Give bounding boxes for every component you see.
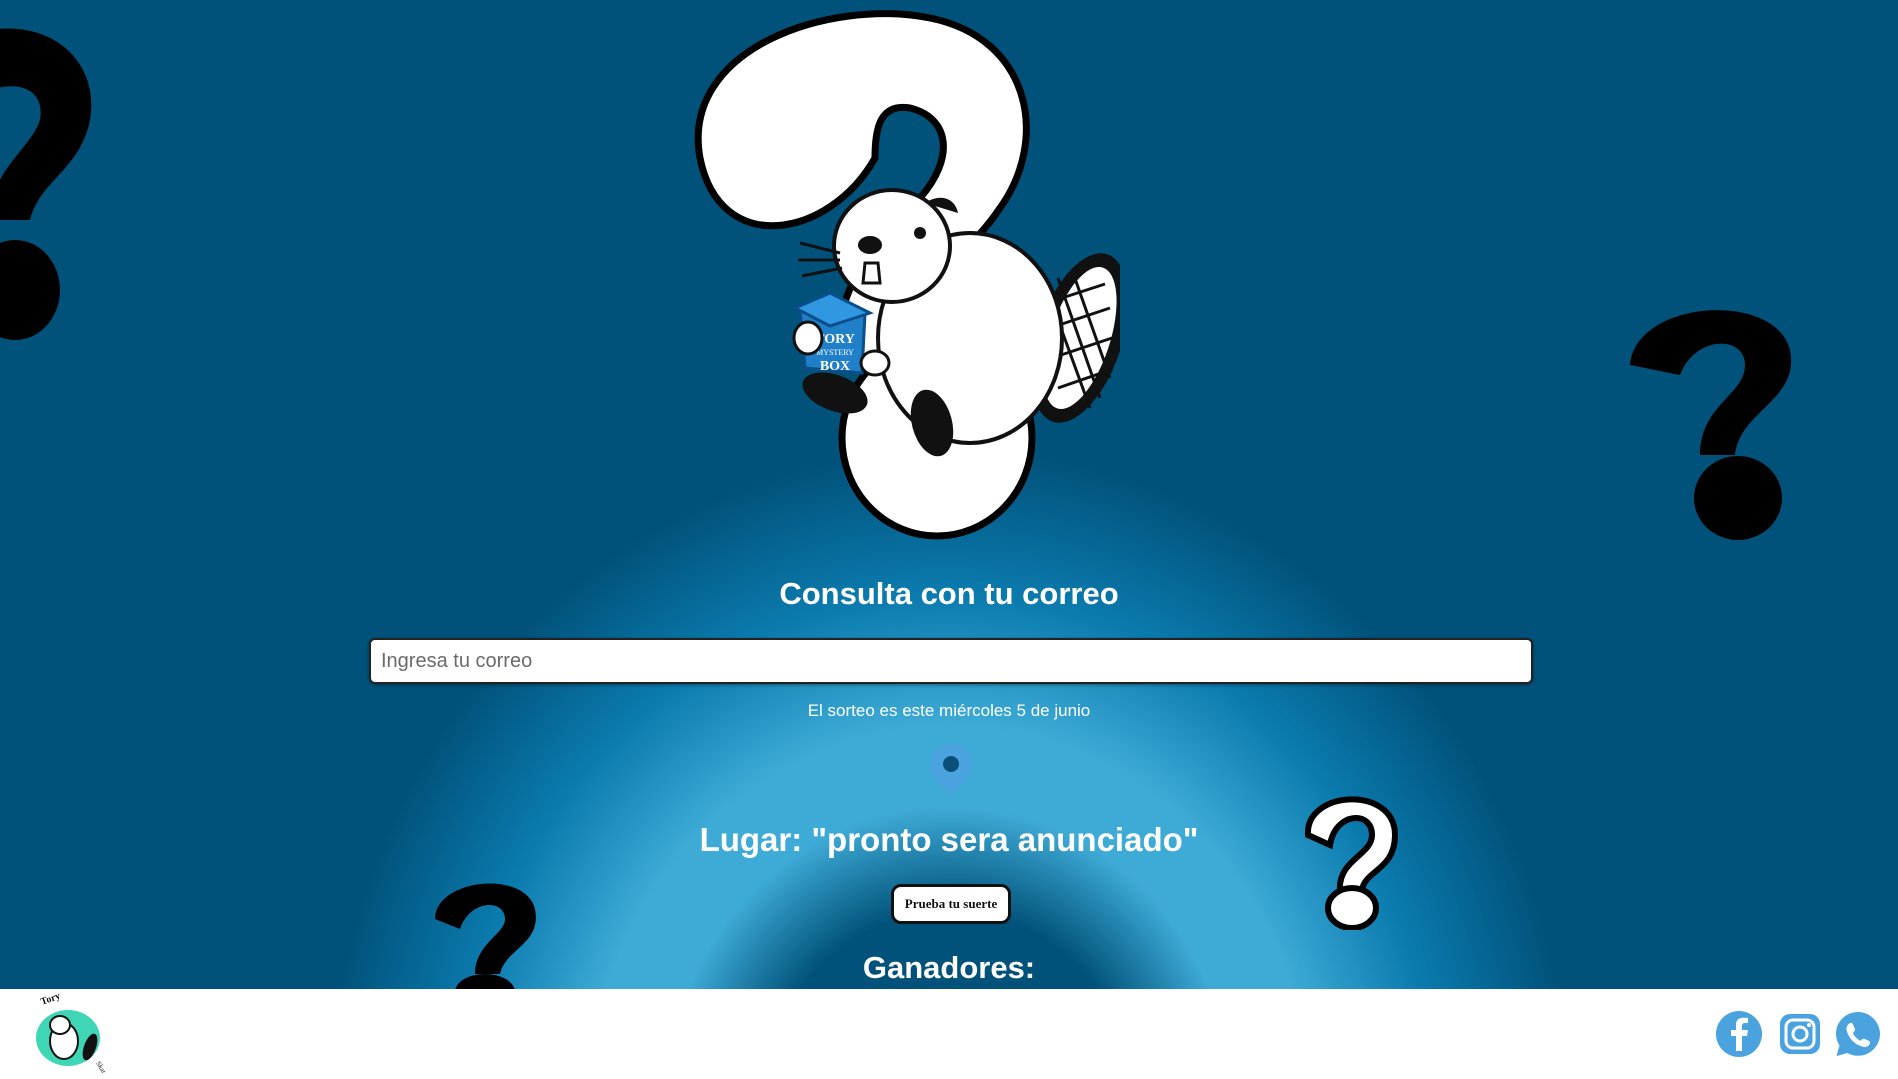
svg-text:BOX: BOX [820,359,850,374]
hero-illustration: TORY MYSTERY BOX [694,10,1120,540]
whatsapp-icon[interactable] [1833,1009,1883,1059]
page-title: Consulta con tu correo [779,576,1119,611]
place-heading: Lugar: "pronto sera anunciado" [699,821,1199,858]
tory-logo[interactable]: Tory Skate [26,991,116,1073]
winners-heading: Ganadores: [862,950,1036,985]
draw-date-text: El sorteo es este miércoles 5 de junio [807,701,1091,720]
facebook-icon[interactable] [1714,1009,1764,1059]
main-stage: TORY MYSTERY BOX Consulta con tu correo … [0,0,1898,989]
svg-text:Skate: Skate [94,1060,109,1073]
question-mark-decoration [1304,796,1399,930]
instagram-icon[interactable] [1775,1009,1825,1059]
question-mark-decoration [1630,310,1792,540]
question-mark-decoration [0,28,92,340]
svg-text:Tory: Tory [39,991,62,1008]
footer: Tory Skate [0,989,1898,1079]
svg-text:MYSTERY: MYSTERY [816,348,854,357]
try-luck-button[interactable]: Prueba tu suerte [891,884,1011,924]
email-input[interactable] [369,638,1533,684]
location-pin-icon [930,744,972,794]
